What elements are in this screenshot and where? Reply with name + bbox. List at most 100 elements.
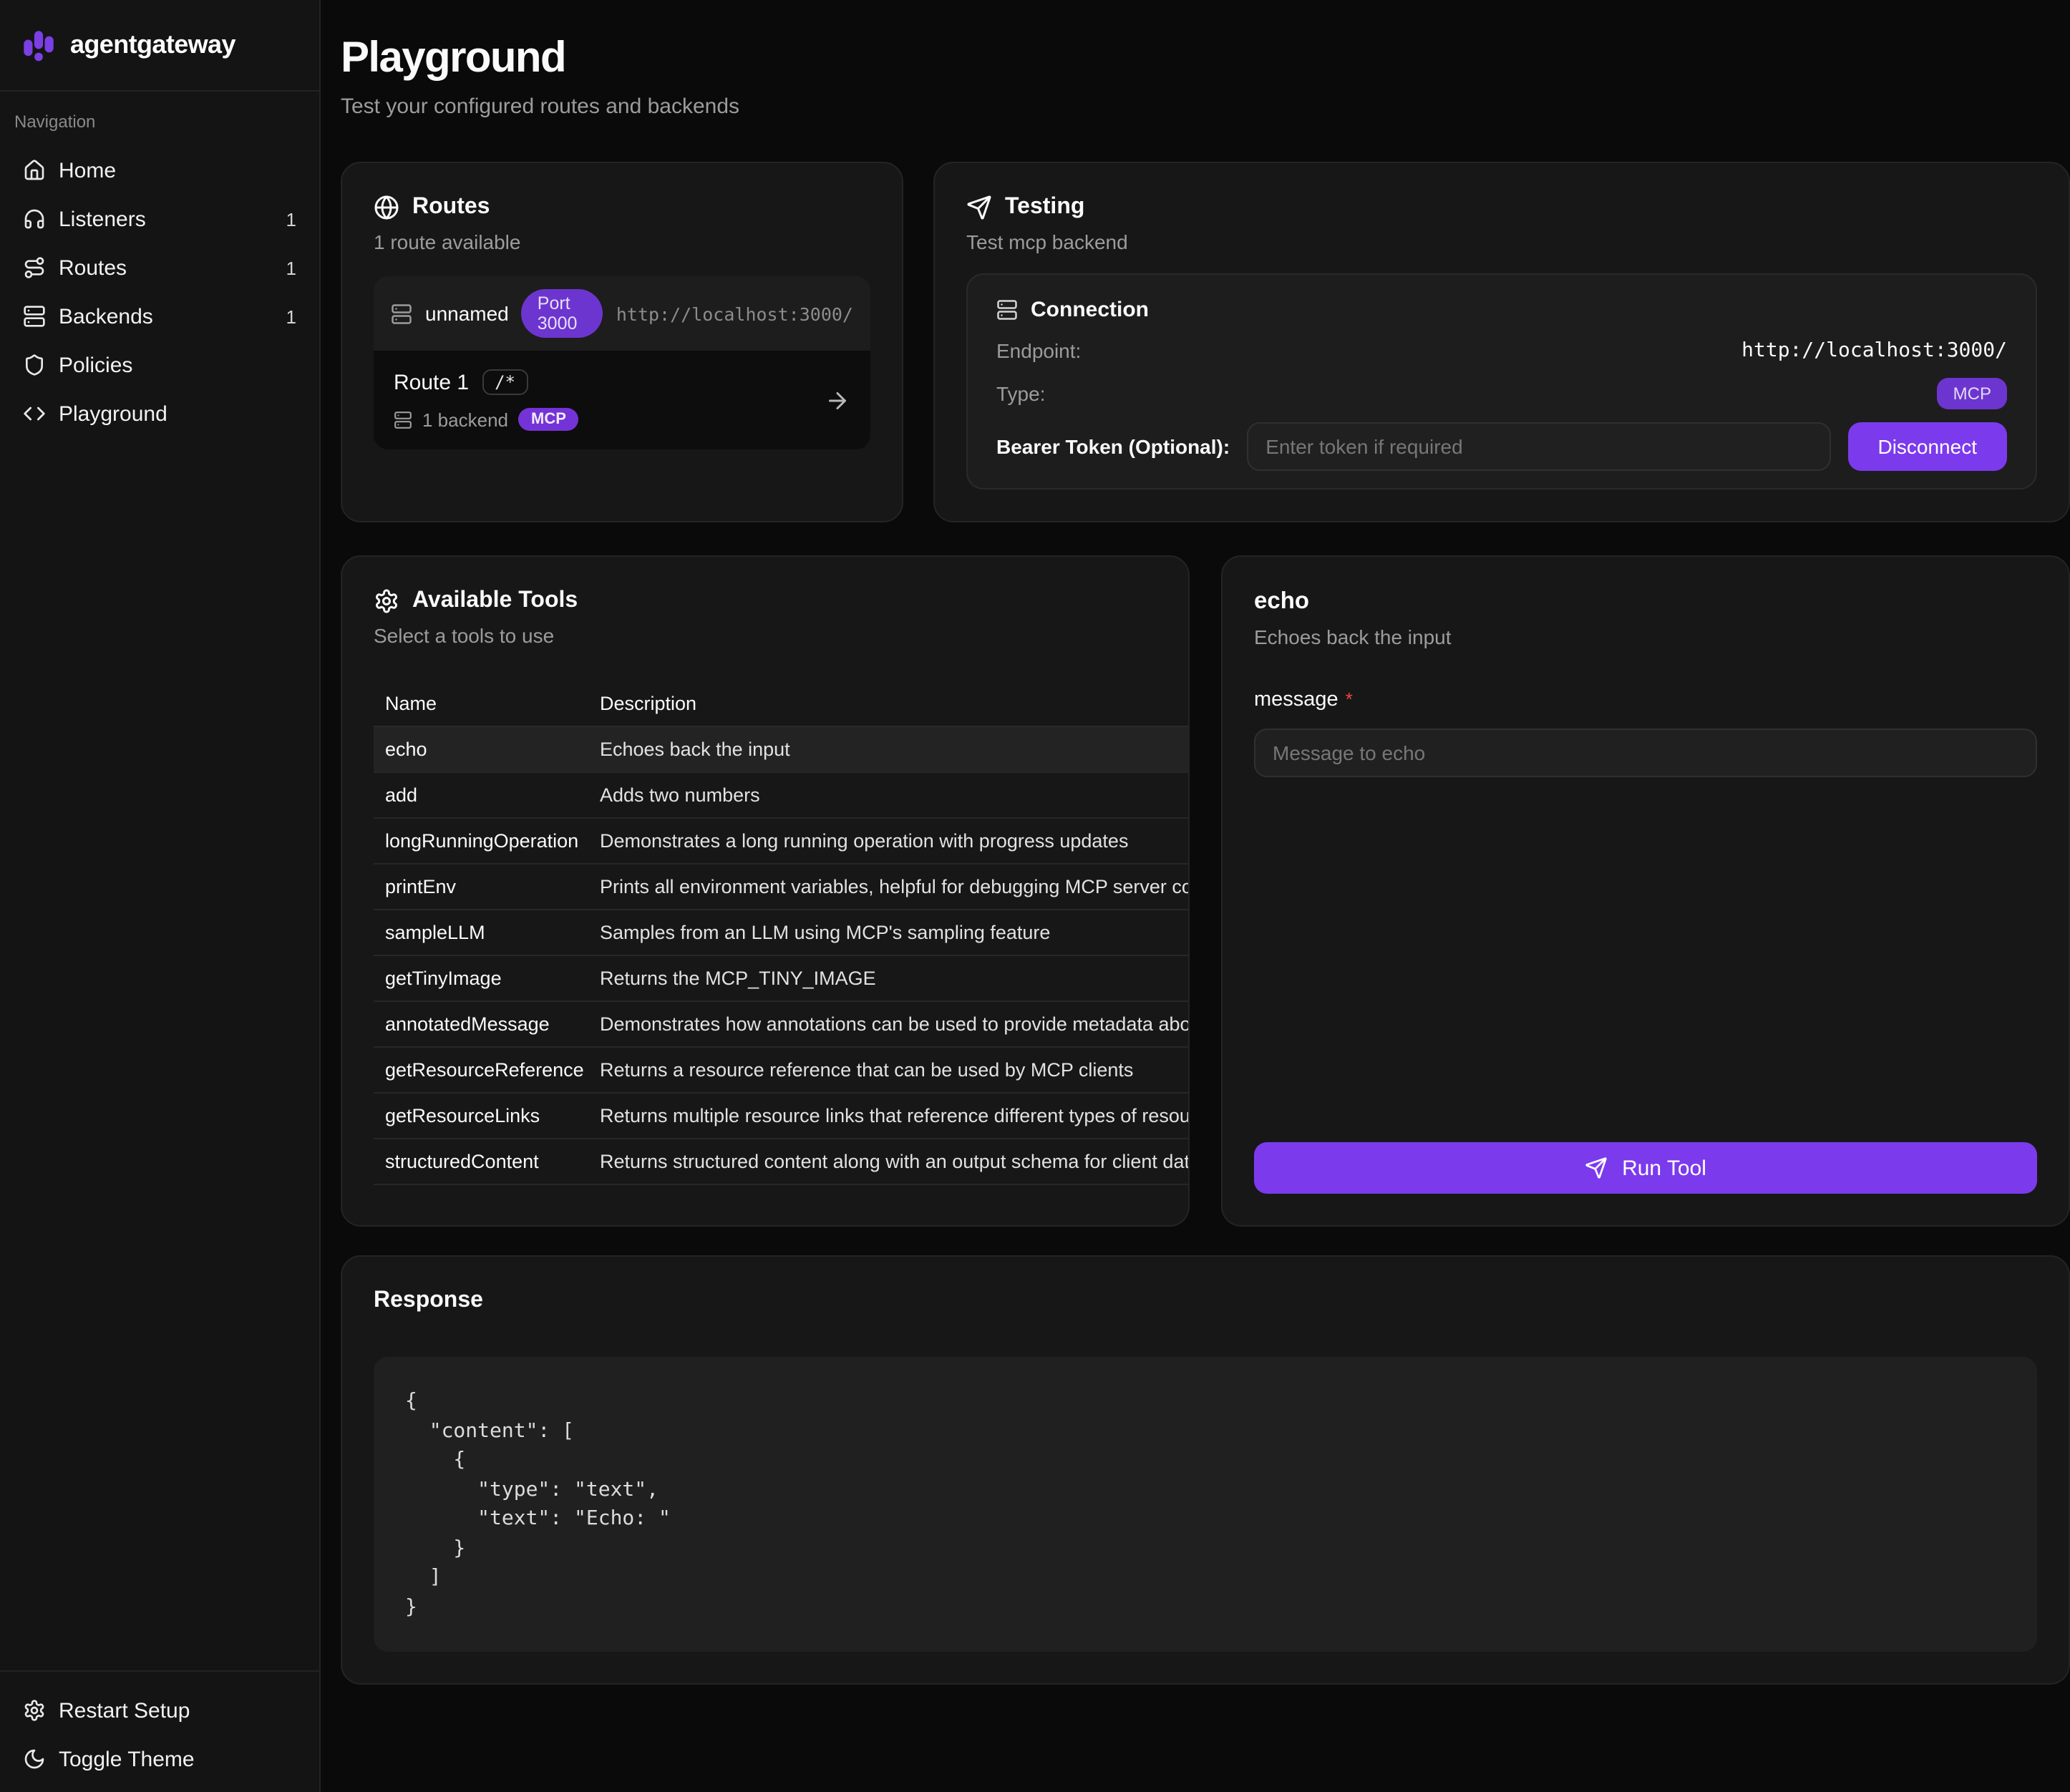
endpoint-value: http://localhost:3000/ (1741, 339, 2007, 362)
routes-card: Routes 1 route available unnamed Port 30… (341, 162, 903, 522)
listener-url: http://localhost:3000/ (616, 303, 853, 324)
sidebar-footer: Restart Setup Toggle Theme (0, 1670, 319, 1792)
server-icon (996, 298, 1018, 320)
server-icon (394, 410, 412, 429)
run-tool-label: Run Tool (1622, 1156, 1706, 1180)
tool-row-annotatedmessage[interactable]: annotatedMessageDemonstrates how annotat… (374, 1001, 1188, 1047)
type-row: Type: MCP (996, 372, 2007, 415)
route-list-item[interactable]: Route 1 /* 1 backend MCP (374, 351, 870, 449)
required-marker: * (1346, 688, 1353, 710)
tool-row-echo[interactable]: echoEchoes back the input (374, 726, 1188, 772)
disconnect-button[interactable]: Disconnect (1847, 422, 2007, 471)
sidebar-item-listeners[interactable]: Listeners 1 (11, 195, 308, 243)
sidebar-item-routes[interactable]: Routes 1 (11, 243, 308, 292)
tools-card-title: Available Tools (412, 588, 578, 614)
testing-card: Testing Test mcp backend Connection Endp… (933, 162, 2070, 522)
tool-row-longrunningoperation[interactable]: longRunningOperationDemonstrates a long … (374, 818, 1188, 864)
bearer-token-row: Bearer Token (Optional): Disconnect (996, 422, 2007, 471)
testing-card-subtitle: Test mcp backend (966, 230, 2037, 253)
message-field-label: message* (1254, 688, 2037, 711)
port-badge: Port 3000 (522, 289, 603, 338)
route-path-badge: /* (482, 369, 528, 395)
restart-setup-button[interactable]: Restart Setup (11, 1686, 308, 1735)
sidebar-item-home[interactable]: Home (11, 146, 308, 195)
column-header-description: Description (588, 681, 1188, 726)
toggle-theme-button[interactable]: Toggle Theme (11, 1735, 308, 1783)
type-badge: MCP (1938, 378, 2007, 409)
sidebar-item-label: Playground (59, 401, 167, 426)
moon-icon (23, 1748, 46, 1771)
sidebar-nav: Navigation Home Listeners 1 Routes 1 Bac… (0, 92, 319, 438)
sidebar-item-count: 1 (286, 208, 296, 230)
tool-runner-subtitle: Echoes back the input (1254, 625, 2037, 648)
sidebar-item-label: Home (59, 158, 116, 182)
send-icon (966, 195, 992, 220)
tools-card-header: Available Tools (374, 588, 1157, 614)
route-name: Route 1 (394, 370, 469, 394)
route-icon (23, 256, 46, 279)
routes-card-subtitle: 1 route available (374, 230, 870, 253)
route-backend-count: 1 backend (422, 409, 508, 430)
tools-header-row: Name Description (374, 681, 1188, 726)
sidebar-item-label: Routes (59, 255, 127, 280)
headphones-icon (23, 208, 46, 230)
message-input[interactable] (1254, 729, 2037, 777)
main-content: Playground Test your configured routes a… (321, 0, 2070, 1685)
response-card-title: Response (374, 1288, 483, 1314)
gear-icon (23, 1699, 46, 1722)
sidebar-item-label: Policies (59, 353, 132, 377)
route-info: Route 1 /* 1 backend MCP (394, 369, 825, 431)
tools-card-subtitle: Select a tools to use (374, 624, 1157, 647)
page-subtitle: Test your configured routes and backends (341, 94, 2070, 119)
nav-section-label: Navigation (11, 109, 308, 146)
sidebar-item-label: Listeners (59, 207, 146, 231)
sidebar-item-policies[interactable]: Policies (11, 341, 308, 389)
server-icon (23, 305, 46, 328)
sidebar: agentgateway Navigation Home Listeners 1… (0, 0, 321, 1792)
globe-icon (374, 195, 399, 220)
response-card-header: Response (374, 1288, 2037, 1314)
shield-icon (23, 354, 46, 376)
server-icon (391, 303, 412, 324)
response-card: Response { "content": [ { "type": "text"… (341, 1255, 2070, 1685)
tools-table: Name Description echoEchoes back the inp… (374, 681, 1188, 1185)
tool-row-gettinyimage[interactable]: getTinyImageReturns the MCP_TINY_IMAGE (374, 955, 1188, 1001)
listener-group: unnamed Port 3000 http://localhost:3000/… (374, 276, 870, 449)
playground-page: agentgateway Navigation Home Listeners 1… (0, 0, 2070, 1792)
top-row: Routes 1 route available unnamed Port 30… (341, 162, 2070, 522)
sidebar-item-playground[interactable]: Playground (11, 389, 308, 438)
tool-row-structuredcontent[interactable]: structuredContentReturns structured cont… (374, 1139, 1188, 1184)
spacer (1254, 777, 2037, 1142)
testing-card-header: Testing (966, 195, 2037, 220)
toggle-theme-label: Toggle Theme (59, 1747, 195, 1771)
gear-icon (374, 588, 399, 614)
connection-panel: Connection Endpoint: http://localhost:30… (966, 273, 2037, 490)
run-tool-button[interactable]: Run Tool (1254, 1142, 2037, 1194)
tool-runner-title: echo (1254, 588, 2037, 615)
connection-header: Connection (996, 289, 2007, 329)
restart-setup-label: Restart Setup (59, 1698, 190, 1723)
type-label: Type: (996, 382, 1046, 405)
endpoint-row: Endpoint: http://localhost:3000/ (996, 329, 2007, 372)
listener-row: unnamed Port 3000 http://localhost:3000/ (374, 276, 870, 351)
code-icon (23, 402, 46, 425)
routes-card-title: Routes (412, 195, 490, 220)
sidebar-item-backends[interactable]: Backends 1 (11, 292, 308, 341)
sidebar-item-count: 1 (286, 257, 296, 278)
tool-row-add[interactable]: addAdds two numbers (374, 772, 1188, 818)
bearer-token-input[interactable] (1247, 422, 1830, 471)
response-json-block: { "content": [ { "type": "text", "text":… (374, 1357, 2037, 1652)
available-tools-card: Available Tools Select a tools to use Na… (341, 555, 1190, 1227)
bearer-token-label: Bearer Token (Optional): (996, 435, 1230, 458)
page-title: Playground (341, 34, 2070, 83)
endpoint-label: Endpoint: (996, 339, 1081, 362)
route-type-badge: MCP (518, 408, 579, 431)
send-icon (1585, 1156, 1608, 1179)
tool-row-samplellm[interactable]: sampleLLMSamples from an LLM using MCP's… (374, 910, 1188, 955)
sidebar-item-label: Backends (59, 304, 153, 328)
middle-row: Available Tools Select a tools to use Na… (341, 555, 2070, 1227)
brand-header: agentgateway (0, 0, 319, 92)
tool-row-printenv[interactable]: printEnvPrints all environment variables… (374, 864, 1188, 910)
tool-row-getresourcereference[interactable]: getResourceReferenceReturns a resource r… (374, 1047, 1188, 1093)
tool-row-getresourcelinks[interactable]: getResourceLinksReturns multiple resourc… (374, 1093, 1188, 1139)
